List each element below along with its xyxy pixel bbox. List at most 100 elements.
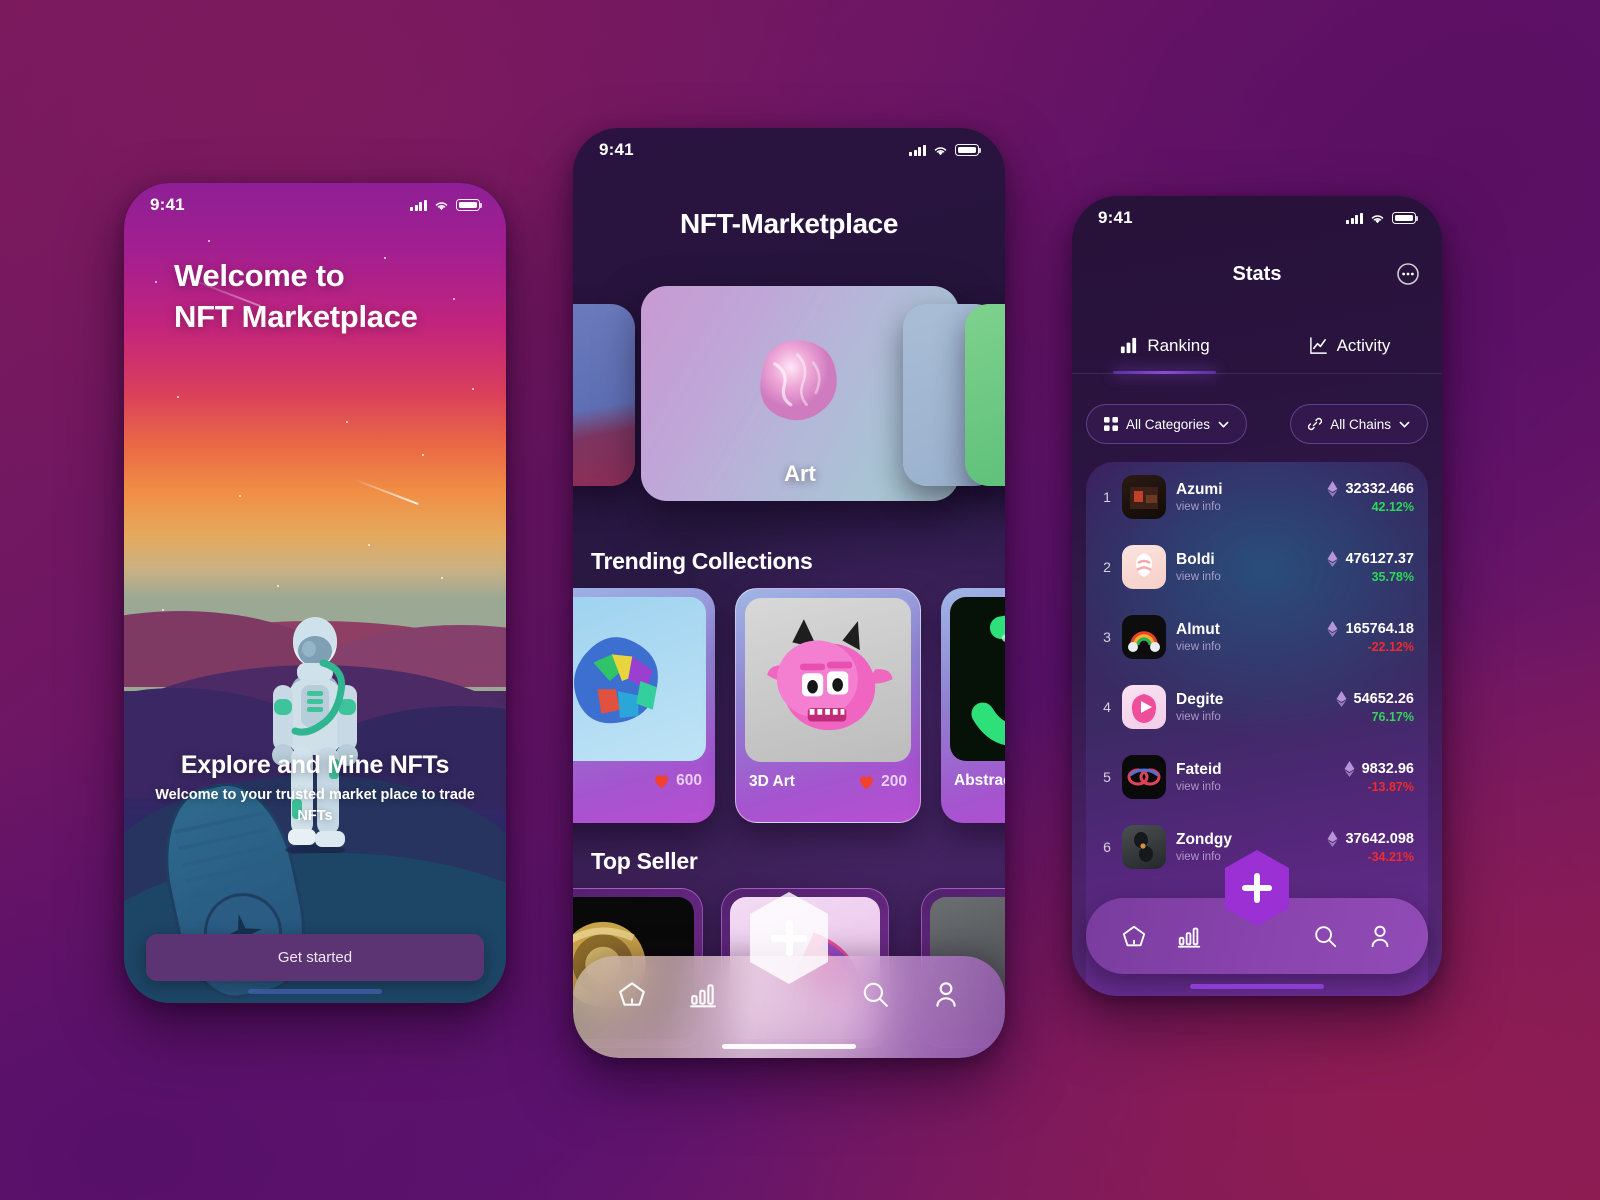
eth-value: 32332.466: [1327, 480, 1414, 497]
home-indicator[interactable]: [1190, 984, 1324, 989]
view-info-link[interactable]: view info: [1176, 501, 1327, 513]
battery-icon: [456, 199, 483, 211]
value-cell: 37642.098 -34.21%: [1327, 830, 1414, 864]
chevron-down-icon: [1399, 421, 1410, 428]
eth-amount: 37642.098: [1345, 830, 1414, 847]
ice-cream-swirl-3d-icon: [1135, 553, 1153, 577]
table-row[interactable]: 4 Degite view info 54652.26 76.17%: [1086, 672, 1428, 742]
avatar: [1122, 825, 1166, 869]
change-percent: 76.17%: [1371, 709, 1414, 724]
table-row[interactable]: 1 Azumi view info 32332.466 42.12%: [1086, 462, 1428, 532]
status-bar: 9:41: [124, 183, 506, 227]
user-icon[interactable]: [931, 979, 961, 1009]
likes-count: 600: [676, 772, 702, 789]
value-cell: 54652.26 76.17%: [1336, 690, 1414, 724]
star: [421, 453, 424, 456]
table-row[interactable]: 5 Fateid view info 9832.96 -13.87%: [1086, 742, 1428, 812]
plus-icon: [1241, 872, 1273, 904]
tab-activity[interactable]: Activity: [1257, 318, 1442, 373]
gem-heart-3d-icon: [574, 637, 658, 724]
category-card-left[interactable]: [573, 304, 635, 486]
more-circle-icon[interactable]: [1396, 262, 1420, 286]
collection-meta: Abstract Art: [950, 761, 1005, 790]
onboarding-screen: 9:41 Welcome to NFT Marketplace Explore …: [124, 183, 506, 1003]
eth-amount: 54652.26: [1353, 690, 1414, 707]
search-icon[interactable]: [860, 979, 890, 1009]
collection-name: Boldi: [1176, 550, 1215, 568]
eth-amount: 9832.96: [1361, 760, 1414, 777]
status-bar: 9:41: [573, 128, 1005, 172]
user-icon[interactable]: [1367, 923, 1393, 949]
view-info-link[interactable]: view info: [1176, 781, 1344, 793]
bar-chart-icon[interactable]: [1176, 923, 1202, 949]
filter-all-chains[interactable]: All Chains: [1290, 404, 1428, 444]
stats-header: Stats: [1072, 254, 1442, 294]
status-time: 9:41: [1098, 208, 1133, 227]
stats-screen: 9:41 Stats Ranking Activity All Categori…: [1072, 196, 1442, 996]
view-info-link[interactable]: view info: [1176, 641, 1327, 653]
home-icon[interactable]: [617, 979, 647, 1009]
home-indicator[interactable]: [248, 989, 382, 994]
star: [441, 576, 444, 579]
stats-tabs[interactable]: Ranking Activity: [1072, 318, 1442, 374]
marketplace-screen: 9:41 NFT-Marketplace Art Trending Collec…: [573, 128, 1005, 1058]
table-row[interactable]: 3 Almut view info 165764.18 -22.12%: [1086, 602, 1428, 672]
red-rings-3d-icon: [1127, 768, 1161, 786]
avatar: [1122, 685, 1166, 729]
rank-number: 2: [1103, 559, 1111, 575]
phone-stats: 9:41 Stats Ranking Activity All Categori…: [1072, 196, 1442, 996]
collection-card-abstract[interactable]: Abstract Art: [941, 588, 1005, 823]
status-bar: 9:41: [1072, 196, 1442, 240]
home-icon[interactable]: [1121, 923, 1147, 949]
crumpled-art-3d-icon: [760, 339, 837, 420]
bar-chart-icon[interactable]: [688, 979, 718, 1009]
filter-all-categories[interactable]: All Categories: [1086, 404, 1248, 444]
status-icons: [1346, 212, 1419, 224]
collection-card[interactable]: 600: [573, 588, 715, 823]
status-time: 9:41: [150, 195, 185, 214]
phone-marketplace: 9:41 NFT-Marketplace Art Trending Collec…: [573, 128, 1005, 1058]
section-title-trending: Trending Collections: [591, 548, 813, 574]
collection-name: 3D Art: [749, 773, 795, 790]
tab-label: Activity: [1336, 335, 1391, 355]
pink-play-3d-icon: [1131, 694, 1157, 723]
view-info-link[interactable]: view info: [1176, 711, 1336, 723]
ethereum-icon: [1344, 760, 1355, 777]
tab-ranking[interactable]: Ranking: [1072, 318, 1257, 374]
category-card-right[interactable]: [965, 304, 1005, 486]
change-percent: -22.12%: [1367, 639, 1414, 654]
eth-value: 9832.96: [1344, 760, 1414, 777]
change-percent: 42.12%: [1371, 499, 1414, 514]
avatar: [1122, 615, 1166, 659]
eth-value: 54652.26: [1336, 690, 1414, 707]
star: [345, 420, 348, 423]
table-row[interactable]: 2 Boldi view info 476127.37 35.78%: [1086, 532, 1428, 602]
category-carousel[interactable]: Art: [573, 286, 1005, 501]
collection-thumbnail: [745, 598, 911, 762]
eth-amount: 476127.37: [1345, 550, 1414, 567]
trending-collections-row[interactable]: 600 3D Art 200 Abstra: [573, 588, 1005, 823]
add-button[interactable]: [1221, 848, 1293, 928]
wifi-icon: [934, 146, 947, 155]
collection-identity: Almut view info: [1176, 621, 1327, 654]
grid-icon: [1104, 417, 1118, 431]
chevron-down-icon: [1218, 421, 1229, 428]
page-title: NFT-Marketplace: [679, 208, 899, 239]
view-info-link[interactable]: view info: [1176, 571, 1327, 583]
signal-bars-icon: [1346, 212, 1363, 224]
plus-icon: [769, 918, 809, 958]
bar-chart-icon: [1121, 337, 1137, 354]
add-button[interactable]: [746, 890, 832, 986]
ethereum-icon: [1327, 620, 1338, 637]
search-icon[interactable]: [1312, 923, 1338, 949]
collection-card-3d-art[interactable]: 3D Art 200: [735, 588, 921, 823]
rank-number: 5: [1103, 769, 1111, 785]
home-indicator[interactable]: [722, 1044, 856, 1049]
star: [276, 584, 279, 587]
filter-chips[interactable]: All Categories All Chains: [1086, 404, 1428, 444]
link-icon: [1308, 417, 1323, 431]
get-started-button[interactable]: Get started: [146, 934, 484, 981]
eth-amount: 32332.466: [1345, 480, 1414, 497]
headline-line-2: NFT Marketplace: [174, 299, 418, 335]
section-title-top-seller: Top Seller: [591, 848, 698, 874]
